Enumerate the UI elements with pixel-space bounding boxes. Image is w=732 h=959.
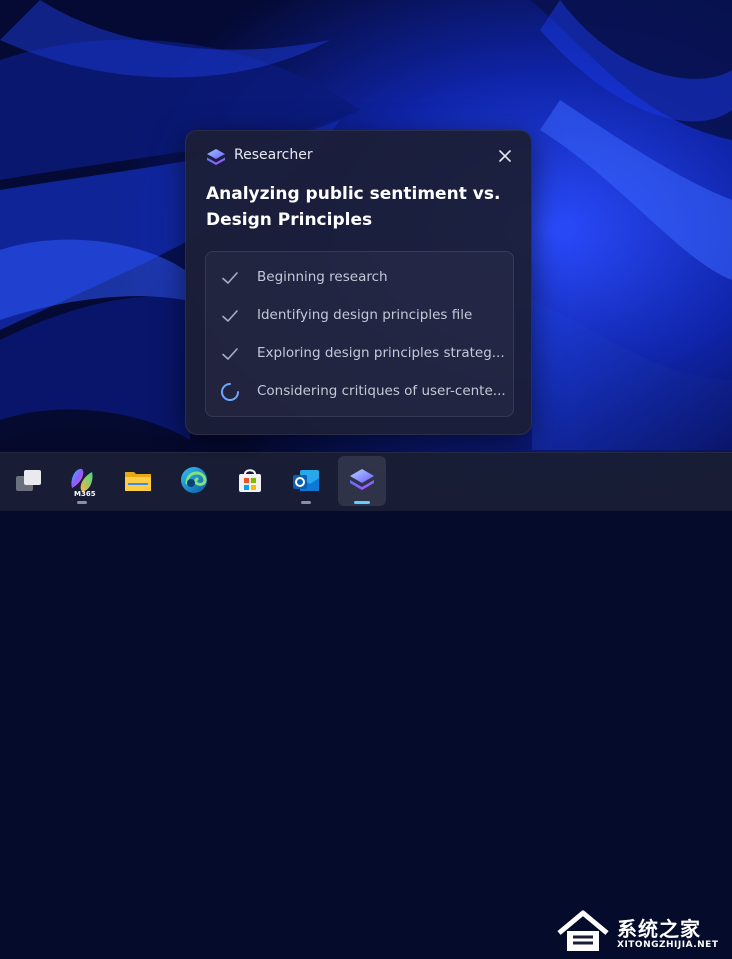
taskbar-researcher[interactable]: [338, 456, 386, 506]
microsoft-store-icon: [239, 469, 261, 492]
step-label: Beginning research: [257, 269, 388, 285]
watermark-url: XITONGZHIJIA.NET: [617, 940, 719, 950]
watermark-title: 系统之家: [617, 917, 701, 941]
panel-app-name: Researcher: [234, 147, 313, 163]
list-item: Beginning research: [206, 259, 513, 297]
loading-spinner-icon: [221, 383, 239, 401]
step-label: Considering critiques of user-cente...: [257, 383, 506, 399]
researcher-logo-icon: [207, 149, 225, 165]
list-item: Identifying design principles file: [206, 297, 513, 335]
checkmark-icon: [222, 272, 238, 284]
taskbar-microsoft-store[interactable]: [226, 456, 274, 506]
close-icon: [499, 150, 511, 162]
taskbar-edge[interactable]: [170, 456, 218, 506]
heading-line-2: Design Principles: [206, 210, 373, 230]
site-watermark: 系统之家 XITONGZHIJIA.NET: [555, 909, 730, 959]
running-indicator: [301, 501, 311, 504]
panel-heading: Analyzing public sentiment vs. Design Pr…: [206, 181, 506, 233]
list-item: Exploring design principles strateg...: [206, 335, 513, 373]
outlook-icon: [293, 470, 319, 491]
progress-steps-list: Beginning research Identifying design pr…: [205, 251, 514, 417]
researcher-panel: Researcher Analyzing public sentiment vs…: [185, 130, 532, 435]
taskbar-file-explorer[interactable]: [114, 456, 162, 506]
taskbar-outlook[interactable]: [282, 456, 330, 506]
running-indicator: [77, 501, 87, 504]
list-item: Considering critiques of user-cente...: [206, 373, 513, 411]
taskbar-task-view[interactable]: [4, 456, 52, 506]
panel-header: Researcher: [186, 131, 531, 181]
edge-icon: [181, 467, 207, 493]
researcher-icon: [350, 469, 374, 490]
close-button[interactable]: [493, 144, 517, 168]
heading-line-1: Analyzing public sentiment vs.: [206, 184, 501, 204]
task-view-icon: [16, 470, 41, 491]
step-label: Identifying design principles file: [257, 307, 473, 323]
checkmark-icon: [222, 310, 238, 322]
active-indicator: [354, 501, 370, 504]
file-explorer-icon: [125, 472, 151, 491]
step-label: Exploring design principles strateg...: [257, 345, 505, 361]
m365-label: M365: [74, 490, 96, 498]
house-logo-icon: [557, 910, 609, 951]
checkmark-icon: [222, 348, 238, 360]
taskbar: M365 系统之家 XITONGZHIJIA.NET: [0, 452, 732, 951]
taskbar-microsoft-365-copilot[interactable]: M365: [58, 456, 106, 506]
